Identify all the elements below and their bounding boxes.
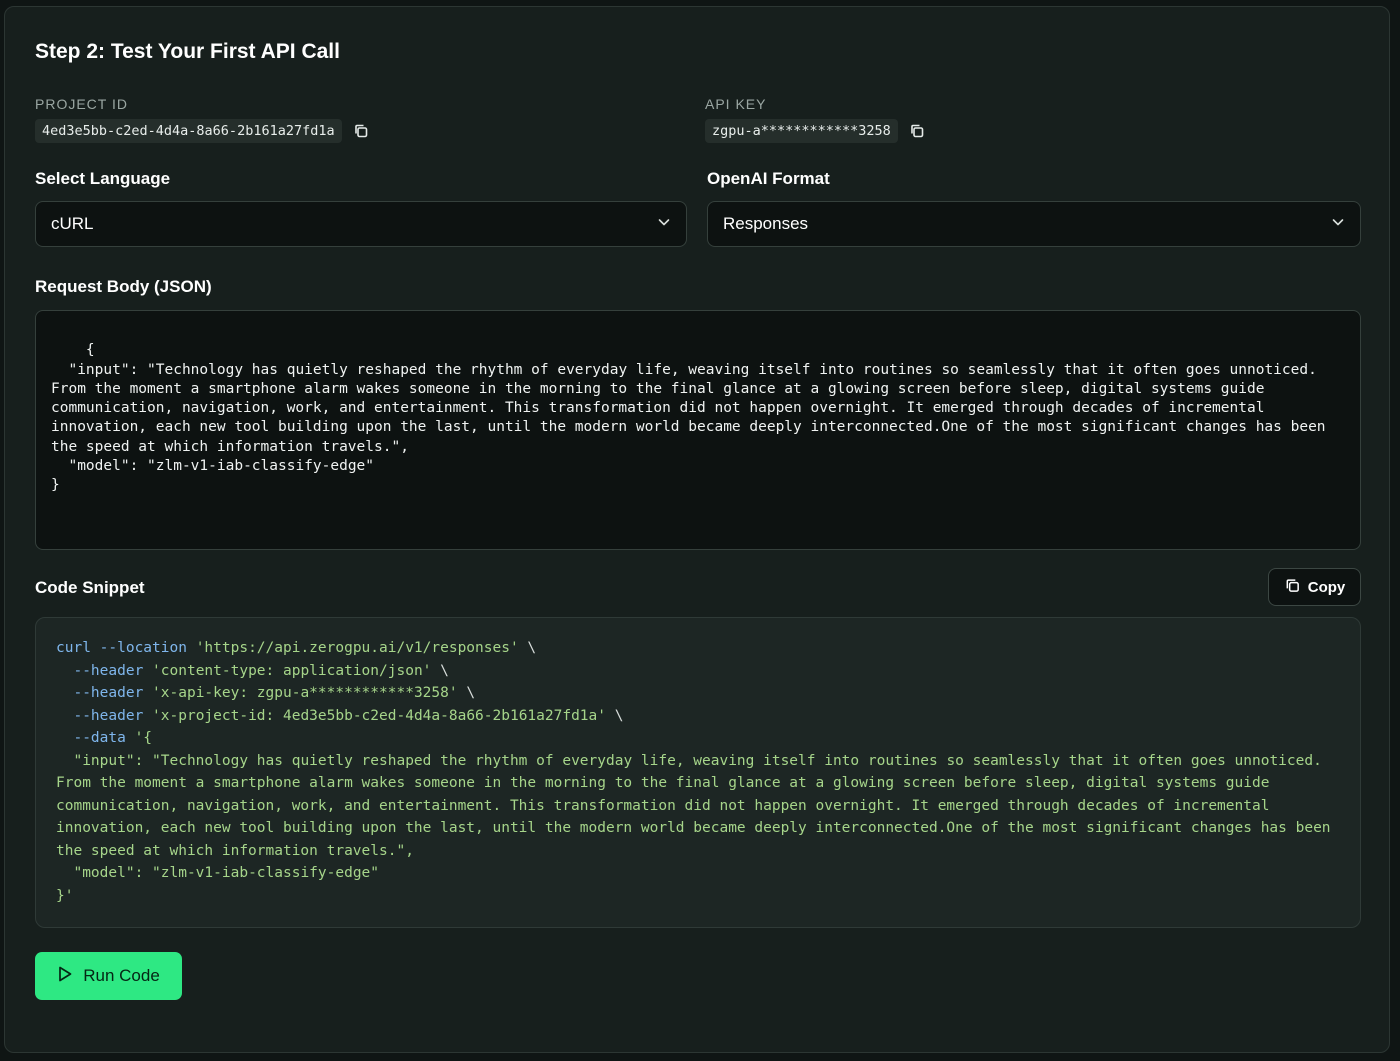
language-select[interactable]: cURL bbox=[35, 201, 687, 247]
request-body-content: { "input": "Technology has quietly resha… bbox=[51, 342, 1326, 494]
api-key-value: zgpu-a************3258 bbox=[705, 119, 898, 143]
project-id-value: 4ed3e5bb-c2ed-4d4a-8a66-2b161a27fd1a bbox=[35, 119, 342, 143]
snippet-continuation: \ bbox=[457, 685, 476, 701]
chevron-down-icon bbox=[1330, 214, 1346, 235]
api-key-label: API KEY bbox=[705, 96, 767, 112]
project-id-row: 4ed3e5bb-c2ed-4d4a-8a66-2b161a27fd1a bbox=[35, 119, 370, 143]
snippet-continuation: \ bbox=[431, 662, 449, 679]
page-title: Step 2: Test Your First API Call bbox=[35, 40, 340, 63]
format-select[interactable]: Responses bbox=[707, 201, 1361, 247]
snippet-continuation: \ bbox=[606, 707, 624, 724]
copy-icon bbox=[1284, 577, 1301, 598]
request-body-textarea[interactable]: { "input": "Technology has quietly resha… bbox=[35, 310, 1361, 550]
project-id-label: PROJECT ID bbox=[35, 96, 128, 112]
snippet-flag: --header bbox=[56, 685, 153, 701]
request-body-label: Request Body (JSON) bbox=[35, 277, 212, 296]
copy-project-id-icon[interactable] bbox=[352, 122, 370, 140]
run-code-button[interactable]: Run Code bbox=[35, 952, 182, 1000]
snippet-flag: --data bbox=[56, 730, 135, 746]
snippet-data-open: '{ bbox=[134, 730, 153, 746]
snippet-header-value: 'x-project-id: 4ed3e5bb-c2ed-4d4a-8a66-2… bbox=[152, 707, 606, 724]
format-label: OpenAI Format bbox=[707, 169, 830, 188]
snippet-continuation: \ bbox=[518, 640, 537, 656]
snippet-header-value: 'x-api-key: zgpu-a************3258' bbox=[152, 685, 458, 701]
resize-handle-icon[interactable] bbox=[1340, 529, 1356, 545]
copy-button-label: Copy bbox=[1307, 578, 1346, 596]
copy-snippet-button[interactable]: Copy bbox=[1268, 568, 1361, 606]
code-snippet-block: curl --location 'https://api.zerogpu.ai/… bbox=[35, 617, 1361, 928]
snippet-header-value: 'content-type: application/json' bbox=[152, 662, 432, 679]
language-selected-value: cURL bbox=[51, 214, 94, 233]
api-key-row: zgpu-a************3258 bbox=[705, 119, 926, 143]
snippet-flag: --header bbox=[56, 707, 153, 724]
format-selected-value: Responses bbox=[723, 214, 809, 233]
snippet-url: 'https://api.zerogpu.ai/v1/responses' bbox=[195, 640, 519, 656]
play-icon bbox=[57, 965, 73, 988]
snippet-flag: --header bbox=[56, 662, 153, 679]
snippet-command: curl --location bbox=[56, 640, 196, 656]
snippet-data-body: "input": "Technology has quietly reshape… bbox=[56, 752, 1331, 904]
api-test-panel: Step 2: Test Your First API Call PROJECT… bbox=[4, 6, 1390, 1053]
language-label: Select Language bbox=[35, 169, 171, 188]
code-snippet-label: Code Snippet bbox=[35, 578, 145, 597]
chevron-down-icon bbox=[656, 214, 672, 235]
copy-api-key-icon[interactable] bbox=[908, 122, 926, 140]
run-code-label: Run Code bbox=[83, 966, 160, 985]
